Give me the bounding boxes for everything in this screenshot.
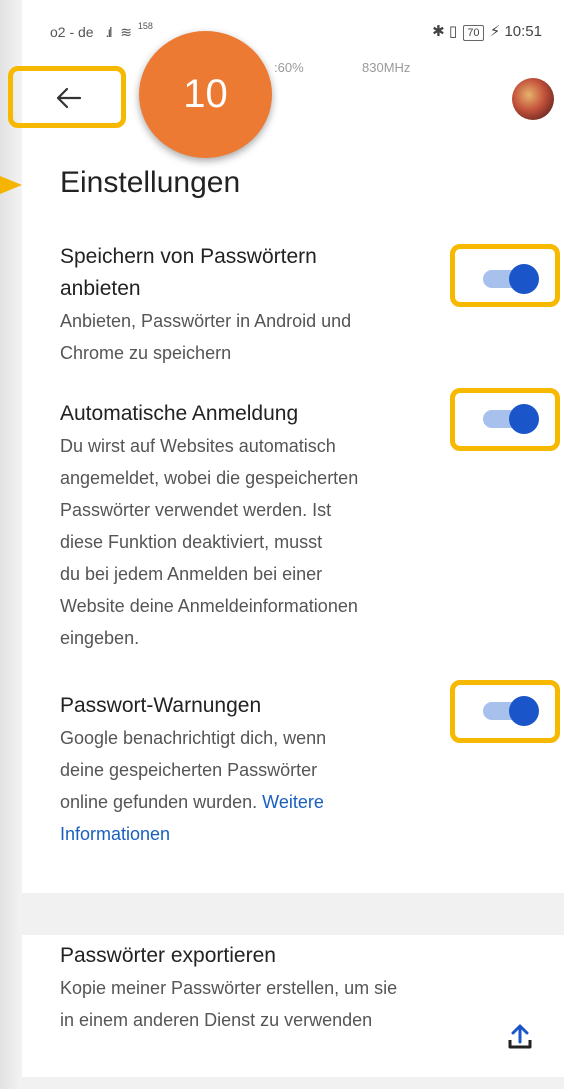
battery-icon: 70: [463, 25, 484, 41]
status-left: o2 - de .ıl ≋ 158: [50, 21, 153, 41]
learn-more-link[interactable]: Weitere: [262, 792, 324, 812]
avatar[interactable]: [512, 78, 554, 120]
setting-auto-signin[interactable]: Automatische Anmeldung Du wirst auf Webs…: [60, 398, 440, 654]
step-badge: 10: [139, 31, 272, 158]
toggle-highlight-1: [450, 244, 560, 307]
network-speed: 158: [137, 21, 153, 31]
export-passwords-item[interactable]: Passwörter exportieren Kopie meiner Pass…: [60, 940, 480, 1036]
toggle-highlight-2: [450, 388, 560, 451]
export-title: Passwörter exportieren: [60, 944, 276, 967]
charging-icon: ⚡: [489, 23, 501, 40]
bottom-divider: [22, 1077, 564, 1089]
setting-title: Automatische Anmeldung: [60, 402, 299, 425]
setting-desc-line: Informationen: [60, 818, 440, 850]
pointer-arrow-icon: [0, 176, 22, 194]
setting-desc-line: du bei jedem Anmelden bei einer: [60, 564, 323, 584]
setting-desc-line: eingeben.: [60, 628, 140, 648]
setting-desc-line: diese Funktion deaktiviert, musst: [60, 532, 323, 552]
setting-desc-text: online gefunden wurden.: [60, 792, 258, 812]
toggle-highlight-3: [450, 680, 560, 743]
bluetooth-icon: ✱: [432, 23, 445, 40]
status-right: ✱ ▯ 70 ⚡ 10:51: [432, 22, 542, 41]
setting-desc-line: Du wirst auf Websites automatisch: [60, 436, 336, 456]
phone-frame: o2 - de .ıl ≋ 158 ✱ ▯ 70 ⚡ 10:51 :60% 83…: [0, 0, 564, 1089]
status-bar: o2 - de .ıl ≋ 158 ✱ ▯ 70 ⚡ 10:51: [22, 18, 564, 48]
setting-desc-line: Passwörter verwendet werden. Ist: [60, 500, 332, 520]
setting-title: Passwort-Warnungen: [60, 694, 262, 717]
carrier-label: o2 - de: [50, 24, 94, 40]
setting-desc-line: angemeldet, wobei die gespeicherten: [60, 468, 359, 488]
setting-offer-save-passwords[interactable]: Speichern von Passwörtern anbieten Anbie…: [60, 241, 440, 369]
setting-desc-line: deine gespeicherten Passwörter: [60, 760, 318, 780]
left-margin: [0, 0, 22, 1089]
learn-more-link-cont[interactable]: Informationen: [60, 824, 170, 844]
page-title: Einstellungen: [60, 166, 241, 199]
setting-desc-line: Google benachrichtigt dich, wenn: [60, 728, 327, 748]
setting-desc-cont: Chrome zu speichern: [60, 343, 232, 363]
screen: o2 - de .ıl ≋ 158 ✱ ▯ 70 ⚡ 10:51 :60% 83…: [8, 0, 564, 1089]
export-desc-cont: in einem anderen Dienst zu verwenden: [60, 1010, 373, 1030]
export-desc: Kopie meiner Passwörter erstellen, um si…: [60, 978, 398, 998]
signal-icon: .ıl: [105, 24, 112, 40]
vibrate-icon: ▯: [448, 23, 458, 40]
setting-desc: Anbieten, Passwörter in Android und: [60, 311, 352, 331]
setting-title-cont: anbieten: [60, 277, 141, 300]
freq-overlay: 830MHz: [362, 60, 411, 75]
clock: 10:51: [504, 23, 542, 40]
upload-icon[interactable]: [500, 1018, 540, 1058]
setting-desc-line: Website deine Anmeldeinformationen: [60, 596, 358, 616]
setting-title: Speichern von Passwörtern: [60, 245, 317, 268]
back-highlight: [8, 66, 126, 128]
cpu-overlay: :60%: [274, 60, 304, 75]
setting-password-warnings[interactable]: Passwort-Warnungen Google benachrichtigt…: [60, 690, 440, 850]
wifi-icon: ≋: [120, 24, 132, 40]
section-divider: [22, 893, 564, 935]
setting-desc-line-with-link: online gefunden wurden. Weitere: [60, 786, 440, 818]
